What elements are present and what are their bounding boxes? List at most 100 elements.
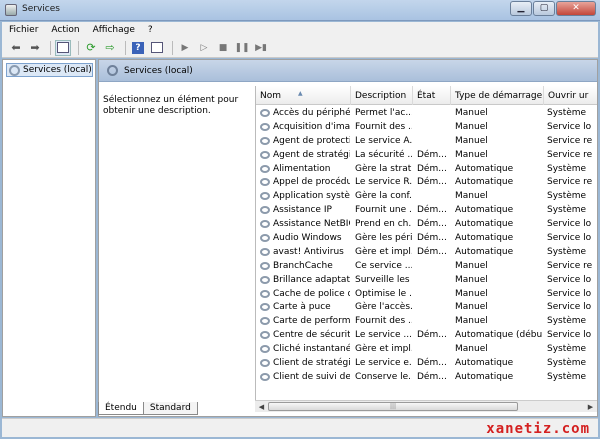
table-header: ▲ Nom Description État Type de démarrage… xyxy=(256,86,597,105)
cell-etat: Dém... xyxy=(417,233,447,244)
cell-description: Prend en ch... xyxy=(355,219,412,230)
start-service-button[interactable]: ▶ xyxy=(177,40,193,56)
table-row[interactable]: Alimentation Gère la strat... Dém... Automa… xyxy=(256,162,597,176)
gear-icon xyxy=(260,331,270,340)
services-table: ▲ Nom Description État Type de démarrage… xyxy=(255,86,597,400)
cell-description: Ce service ... xyxy=(355,260,412,271)
cell-type-demarrage: Automatique xyxy=(455,205,514,216)
table-row[interactable]: Client de stratégie... Le service e... Dém… xyxy=(256,356,597,370)
restart-service-button[interactable]: ▶▮ xyxy=(253,40,269,56)
maximize-button[interactable]: ▢ xyxy=(533,1,555,16)
refresh-button[interactable]: ⟳ xyxy=(83,40,99,56)
table-body: Accès du périphér... Permet l'ac... Manuel… xyxy=(256,106,597,384)
menu-affichage[interactable]: Affichage xyxy=(86,22,141,38)
cell-description: Fournit une ... xyxy=(355,205,412,216)
resume-service-button[interactable]: ▷ xyxy=(196,40,212,56)
cell-etat: Dém... xyxy=(417,246,447,257)
cell-ouvrir-session: Service lo xyxy=(547,330,592,341)
table-row[interactable]: Cache de police d... Optimise le ... Manue… xyxy=(256,287,597,301)
cell-ouvrir-session: Système xyxy=(547,191,587,202)
cell-type-demarrage: Manuel xyxy=(455,191,488,202)
cell-etat: Dém... xyxy=(417,177,447,188)
horizontal-scrollbar[interactable]: ◀ ||| ▶ xyxy=(255,400,597,412)
properties-button[interactable] xyxy=(149,40,165,56)
table-row[interactable]: Assistance NetBIO... Prend en ch... Dém...… xyxy=(256,217,597,231)
cell-description: Gère l'accès... xyxy=(355,302,412,313)
cell-etat xyxy=(417,120,450,134)
column-header-ouvrir-session[interactable]: Ouvrir ur xyxy=(544,86,597,105)
cell-etat: Dém... xyxy=(417,205,447,216)
column-header-description[interactable]: Description xyxy=(351,86,413,105)
pause-icon: ❚❚ xyxy=(234,42,250,53)
cell-description: Le service ... xyxy=(355,330,412,341)
cell-etat xyxy=(417,342,450,356)
export-icon: ⇨ xyxy=(105,41,115,54)
gear-icon xyxy=(260,345,270,354)
column-header-etat[interactable]: État xyxy=(413,86,451,105)
table-row[interactable]: Application systè... Gère la conf... Manue… xyxy=(256,189,597,203)
services-app-icon xyxy=(5,4,17,16)
cell-ouvrir-session: Système xyxy=(547,316,587,327)
gear-icon xyxy=(260,178,270,187)
table-row[interactable]: Agent de protecti... Le service A... Manue… xyxy=(256,134,597,148)
pause-service-button[interactable]: ❚❚ xyxy=(234,40,250,56)
table-row[interactable]: Accès du périphér... Permet l'ac... Manuel… xyxy=(256,106,597,120)
back-button[interactable]: ⬅ xyxy=(8,40,24,56)
scroll-left-icon[interactable]: ◀ xyxy=(256,402,267,412)
stop-service-button[interactable]: ■ xyxy=(215,40,231,56)
sort-ascending-icon: ▲ xyxy=(298,90,303,97)
gear-icon xyxy=(260,192,270,201)
scroll-thumb[interactable]: ||| xyxy=(268,402,518,411)
help-button[interactable]: ? xyxy=(130,40,146,56)
cell-description: Optimise le ... xyxy=(355,288,412,299)
table-row[interactable]: Assistance IP Fournit une ... Dém... Automa… xyxy=(256,203,597,217)
minimize-button[interactable]: ▁ xyxy=(510,1,532,16)
gear-icon xyxy=(9,64,20,76)
menu-help[interactable]: ? xyxy=(141,22,159,38)
cell-etat: Dém... xyxy=(417,149,447,160)
cell-nom: Client de stratégie... xyxy=(273,358,350,369)
cell-etat xyxy=(417,134,450,148)
cell-ouvrir-session: Service lo xyxy=(547,121,592,132)
table-row[interactable]: Carte à puce Gère l'accès... Manuel Service… xyxy=(256,300,597,314)
gear-icon xyxy=(260,261,270,270)
cell-type-demarrage: Automatique xyxy=(455,219,514,230)
table-row[interactable]: Brillance adaptative Surveille les ... Man… xyxy=(256,273,597,287)
cell-nom: Client de suivi de l... xyxy=(273,371,350,382)
table-row[interactable]: Client de suivi de l... Conserve le... Dém… xyxy=(256,370,597,384)
table-row[interactable]: BranchCache Ce service ... Manuel Service r… xyxy=(256,259,597,273)
cell-ouvrir-session: Système xyxy=(547,205,587,216)
column-header-nom[interactable]: ▲ Nom xyxy=(256,86,351,105)
table-row[interactable]: Audio Windows Gère les péri... Dém... Autom… xyxy=(256,231,597,245)
gear-icon xyxy=(260,317,270,326)
close-button[interactable]: ✕ xyxy=(556,1,596,16)
cell-ouvrir-session: Service re xyxy=(547,260,593,271)
show-hide-tree-button[interactable] xyxy=(55,39,71,56)
cell-nom: Carte de performa... xyxy=(273,316,350,327)
table-row[interactable]: Carte de performa... Fournit des ... Manue… xyxy=(256,314,597,328)
forward-button[interactable]: ➡ xyxy=(27,40,43,56)
tree-item-services-local[interactable]: Services (local) xyxy=(6,63,93,77)
menu-action[interactable]: Action xyxy=(44,22,85,38)
cell-ouvrir-session: Service re xyxy=(547,135,593,146)
scroll-right-icon[interactable]: ▶ xyxy=(585,402,596,412)
gear-icon xyxy=(107,65,118,76)
menu-fichier[interactable]: Fichier xyxy=(2,22,44,38)
export-list-button[interactable]: ⇨ xyxy=(102,40,118,56)
column-header-type-demarrage[interactable]: Type de démarrage xyxy=(451,86,544,105)
table-row[interactable]: Appel de procédu... Le service R... Dém...… xyxy=(256,175,597,189)
cell-description: Gère la conf... xyxy=(355,191,412,202)
gear-icon xyxy=(260,150,270,159)
table-row[interactable]: Cliché instantané ... Gère et impl... Manu… xyxy=(256,342,597,356)
cell-description: Permet l'ac... xyxy=(355,108,412,118)
gear-icon xyxy=(260,136,270,145)
table-row[interactable]: Agent de stratégie... La sécurité ... Dém.… xyxy=(256,148,597,162)
table-row[interactable]: avast! Antivirus Gère et impl... Dém... Aut… xyxy=(256,245,597,259)
cell-description: Le service A... xyxy=(355,135,412,146)
tab-standard[interactable]: Standard xyxy=(142,402,198,415)
cell-nom: Agent de stratégie... xyxy=(273,149,350,160)
tab-etendu[interactable]: Étendu xyxy=(98,402,144,415)
table-row[interactable]: Centre de sécurité Le service ... Dém... Au… xyxy=(256,328,597,342)
table-row[interactable]: Acquisition d'ima... Fournit des ... Manue… xyxy=(256,120,597,134)
cell-description: Gère la strat... xyxy=(355,163,412,174)
